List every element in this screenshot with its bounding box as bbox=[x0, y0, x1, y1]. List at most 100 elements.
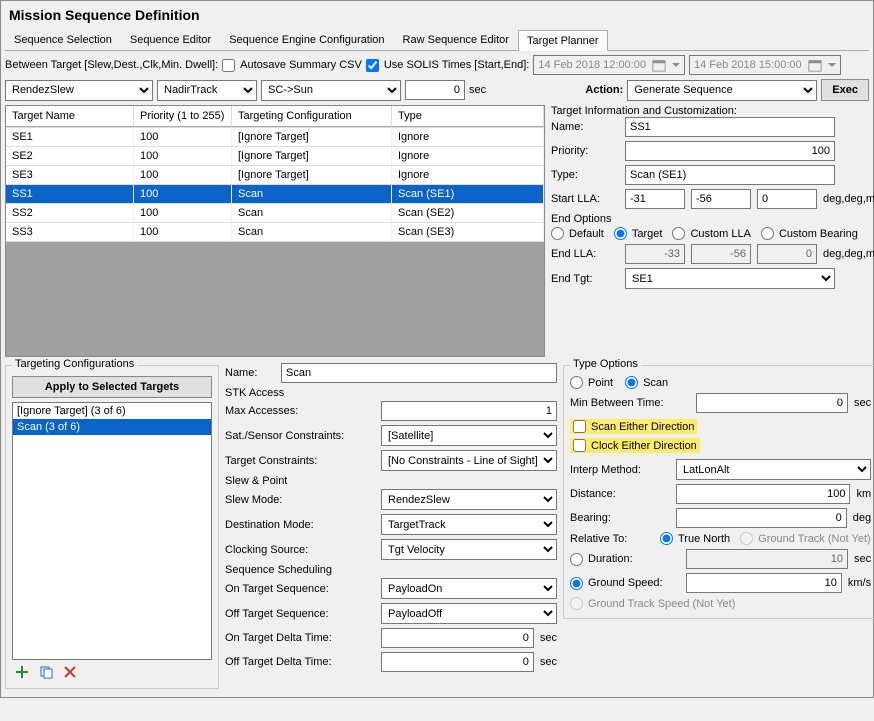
interp-select[interactable]: LatLonAlt bbox=[676, 459, 871, 480]
start-lla-lon[interactable] bbox=[691, 189, 751, 209]
distance-input[interactable] bbox=[676, 484, 850, 504]
tab-bar: Sequence Selection Sequence Editor Seque… bbox=[5, 29, 869, 51]
tab-raw-editor[interactable]: Raw Sequence Editor bbox=[394, 29, 518, 50]
end-tgt-label: End Tgt: bbox=[551, 273, 619, 285]
end-options-label: End Options bbox=[551, 213, 874, 225]
sat-constraints-label: Sat./Sensor Constraints: bbox=[225, 430, 375, 442]
seq-sched-header: Sequence Scheduling bbox=[225, 564, 557, 576]
sec-unit: sec bbox=[854, 553, 871, 565]
between-target-label: Between Target [Slew,Dest.,Clk,Min. Dwel… bbox=[5, 59, 218, 71]
autosave-checkbox[interactable]: Autosave Summary CSV bbox=[222, 59, 362, 72]
km-unit: km bbox=[856, 488, 871, 500]
slew-mode-label: Slew Mode: bbox=[225, 494, 375, 506]
target-table[interactable]: Target Name Priority (1 to 255) Targetin… bbox=[5, 105, 545, 357]
list-item[interactable]: [Ignore Target] (3 of 6) bbox=[13, 403, 211, 419]
table-row[interactable]: SE1100[Ignore Target]Ignore bbox=[6, 128, 544, 147]
on-dt-input[interactable] bbox=[381, 628, 534, 648]
stk-access-header: STK Access bbox=[225, 387, 557, 399]
table-row[interactable]: SS2100ScanScan (SE2) bbox=[6, 204, 544, 223]
deg-unit: deg bbox=[853, 512, 871, 524]
cfg-name-label: Name: bbox=[225, 367, 275, 379]
apply-selected-button[interactable]: Apply to Selected Targets bbox=[12, 376, 212, 398]
end-tgt-select[interactable]: SE1 bbox=[625, 268, 835, 289]
scan-either-checkbox[interactable] bbox=[573, 420, 586, 433]
end-time-picker[interactable]: 14 Feb 2018 15:00:00 bbox=[689, 55, 841, 75]
endopt-custom-lla[interactable]: Custom LLA bbox=[672, 227, 751, 240]
use-solis-label: Use SOLIS Times [Start,End]: bbox=[384, 59, 530, 71]
sat-constraints-select[interactable]: [Satellite] bbox=[381, 425, 557, 446]
start-lla-label: Start LLA: bbox=[551, 193, 619, 205]
min-between-input[interactable] bbox=[696, 393, 848, 413]
ground-speed-input[interactable] bbox=[686, 573, 842, 593]
tab-sequence-editor[interactable]: Sequence Editor bbox=[121, 29, 220, 50]
type-point-radio[interactable]: Point bbox=[570, 376, 613, 389]
table-row[interactable]: SE3100[Ignore Target]Ignore bbox=[6, 166, 544, 185]
lla-unit: deg,deg,m bbox=[823, 193, 874, 205]
start-time-value: 14 Feb 2018 12:00:00 bbox=[538, 59, 646, 71]
off-dt-input[interactable] bbox=[381, 652, 534, 672]
dest-select[interactable]: NadirTrack bbox=[157, 80, 257, 101]
type-input[interactable] bbox=[625, 165, 835, 185]
table-row[interactable]: SS3100ScanScan (SE3) bbox=[6, 223, 544, 242]
min-between-label: Min Between Time: bbox=[570, 397, 690, 409]
tab-sequence-selection[interactable]: Sequence Selection bbox=[5, 29, 121, 50]
col-target-name[interactable]: Target Name bbox=[6, 106, 134, 127]
cfg-name-input[interactable] bbox=[281, 363, 557, 383]
kms-unit: km/s bbox=[848, 577, 871, 589]
endopt-default[interactable]: Default bbox=[551, 227, 604, 240]
action-select[interactable]: Generate Sequence bbox=[627, 80, 817, 101]
on-seq-label: On Target Sequence: bbox=[225, 583, 375, 595]
clocking-select[interactable]: Tgt Velocity bbox=[381, 539, 557, 560]
max-acc-input[interactable] bbox=[381, 401, 557, 421]
list-item[interactable]: Scan (3 of 6) bbox=[13, 419, 211, 435]
bearing-input[interactable] bbox=[676, 508, 847, 528]
tab-target-planner[interactable]: Target Planner bbox=[518, 30, 608, 51]
on-dt-label: On Target Delta Time: bbox=[225, 632, 375, 644]
target-constraints-select[interactable]: [No Constraints - Line of Sight] bbox=[381, 450, 557, 471]
copy-icon[interactable] bbox=[38, 664, 54, 680]
bearing-label: Bearing: bbox=[570, 512, 670, 524]
name-input[interactable] bbox=[625, 117, 835, 137]
autosave-label: Autosave Summary CSV bbox=[240, 59, 362, 71]
col-type[interactable]: Type bbox=[392, 106, 544, 127]
endopt-target[interactable]: Target bbox=[614, 227, 663, 240]
calendar-icon bbox=[808, 58, 822, 72]
window-title: Mission Sequence Definition bbox=[5, 5, 869, 29]
col-config[interactable]: Targeting Configuration bbox=[232, 106, 392, 127]
start-lla-alt[interactable] bbox=[757, 189, 817, 209]
target-constraints-label: Target Constraints: bbox=[225, 455, 375, 467]
end-lla-lon bbox=[691, 244, 751, 264]
table-row[interactable]: SS1100ScanScan (SE1) bbox=[6, 185, 544, 204]
add-icon[interactable] bbox=[14, 664, 30, 680]
endopt-custom-bearing[interactable]: Custom Bearing bbox=[761, 227, 858, 240]
table-row[interactable]: SE2100[Ignore Target]Ignore bbox=[6, 147, 544, 166]
duration-radio[interactable]: Duration: bbox=[570, 553, 680, 566]
priority-input[interactable] bbox=[625, 141, 835, 161]
clock-select[interactable]: SC->Sun bbox=[261, 80, 401, 101]
slew-select[interactable]: RendezSlew bbox=[5, 80, 153, 101]
sec-unit: sec bbox=[540, 656, 557, 668]
exec-button[interactable]: Exec bbox=[821, 79, 869, 101]
col-priority[interactable]: Priority (1 to 255) bbox=[134, 106, 232, 127]
relative-to-label: Relative To: bbox=[570, 533, 650, 545]
off-seq-select[interactable]: PayloadOff bbox=[381, 603, 557, 624]
start-time-picker[interactable]: 14 Feb 2018 12:00:00 bbox=[533, 55, 685, 75]
ground-speed-radio[interactable]: Ground Speed: bbox=[570, 577, 680, 590]
true-north-radio[interactable]: True North bbox=[660, 532, 730, 545]
name-label: Name: bbox=[551, 121, 619, 133]
tab-engine-config[interactable]: Sequence Engine Configuration bbox=[220, 29, 393, 50]
type-scan-radio[interactable]: Scan bbox=[625, 376, 668, 389]
dest-mode-label: Destination Mode: bbox=[225, 519, 375, 531]
on-seq-select[interactable]: PayloadOn bbox=[381, 578, 557, 599]
end-lla-alt bbox=[757, 244, 817, 264]
config-listbox[interactable]: [Ignore Target] (3 of 6) Scan (3 of 6) bbox=[12, 402, 212, 660]
chevron-down-icon bbox=[828, 61, 836, 69]
dest-mode-select[interactable]: TargetTrack bbox=[381, 514, 557, 535]
clock-either-checkbox[interactable] bbox=[573, 439, 586, 452]
end-lla-label: End LLA: bbox=[551, 248, 619, 260]
delete-icon[interactable] bbox=[62, 664, 78, 680]
slew-mode-select[interactable]: RendezSlew bbox=[381, 489, 557, 510]
start-lla-lat[interactable] bbox=[625, 189, 685, 209]
use-solis-checkbox[interactable]: Use SOLIS Times [Start,End]: bbox=[366, 59, 530, 72]
dwell-input[interactable] bbox=[405, 80, 465, 100]
